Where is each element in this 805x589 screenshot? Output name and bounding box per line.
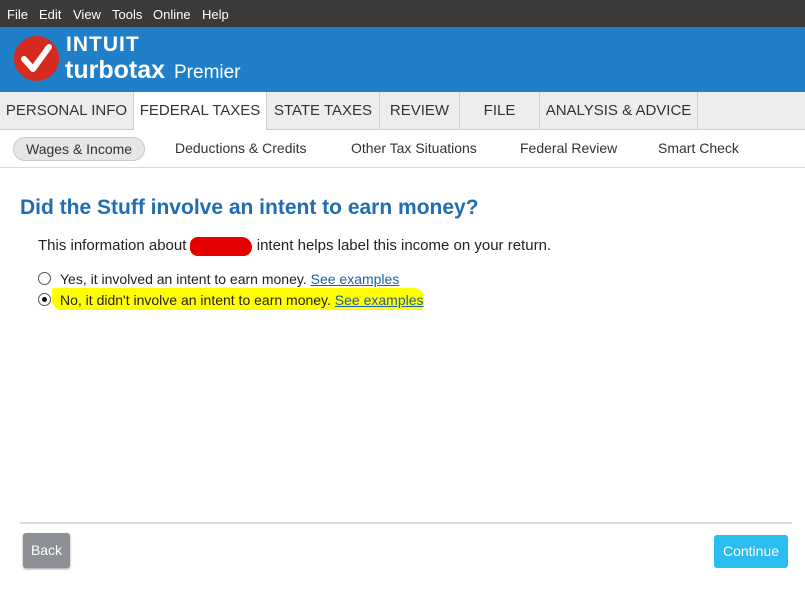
- subtab-other-tax-situations[interactable]: Other Tax Situations: [351, 139, 477, 157]
- back-button[interactable]: Back: [23, 533, 70, 568]
- tab-analysis-advice[interactable]: ANALYSIS & ADVICE: [540, 92, 698, 129]
- radio-no[interactable]: [38, 293, 51, 306]
- tab-file[interactable]: FILE: [460, 92, 540, 129]
- menu-help[interactable]: Help: [202, 7, 229, 22]
- brand-product: turbotax: [65, 56, 165, 84]
- footer-divider: [20, 522, 792, 524]
- continue-button[interactable]: Continue: [714, 535, 788, 568]
- radio-yes[interactable]: [38, 272, 51, 285]
- info-text-end: intent helps label this income on your r…: [252, 237, 552, 254]
- option-yes-label: Yes, it involved an intent to earn money…: [60, 271, 307, 287]
- subtab-deductions-credits[interactable]: Deductions & Credits: [175, 139, 307, 157]
- redaction-mark: [190, 237, 252, 256]
- brand-header: INTUIT turbotax Premier: [0, 27, 805, 92]
- turbotax-check-logo-icon: [14, 36, 59, 81]
- tab-federal-taxes[interactable]: FEDERAL TAXES: [134, 92, 267, 130]
- menu-edit[interactable]: Edit: [39, 7, 61, 22]
- menu-file[interactable]: File: [7, 7, 28, 22]
- tab-personal-info[interactable]: PERSONAL INFO: [0, 92, 134, 129]
- tab-state-taxes[interactable]: STATE TAXES: [267, 92, 380, 129]
- option-no-label: No, it didn't involve an intent to earn …: [60, 292, 331, 308]
- see-examples-link-yes[interactable]: See examples: [311, 271, 400, 287]
- brand-edition: Premier: [174, 62, 241, 83]
- info-text-start: This information about: [38, 237, 191, 254]
- subtab-smart-check[interactable]: Smart Check: [658, 139, 739, 157]
- brand-intuit: INTUIT: [66, 33, 140, 56]
- menu-online[interactable]: Online: [153, 7, 191, 22]
- subtab-federal-review[interactable]: Federal Review: [520, 139, 617, 157]
- sub-tabs: Wages & Income Deductions & Credits Othe…: [0, 130, 805, 168]
- page-title: Did the Stuff involve an intent to earn …: [20, 196, 479, 219]
- info-text: This information about intent helps labe…: [38, 237, 551, 255]
- menu-tools[interactable]: Tools: [112, 7, 142, 22]
- subtab-wages-income[interactable]: Wages & Income: [13, 137, 146, 161]
- main-tabs: PERSONAL INFO FEDERAL TAXES STATE TAXES …: [0, 92, 805, 130]
- menu-bar: File Edit View Tools Online Help: [0, 0, 805, 27]
- tab-review[interactable]: REVIEW: [380, 92, 460, 129]
- menu-view[interactable]: View: [73, 7, 101, 22]
- see-examples-link-no[interactable]: See examples: [335, 292, 424, 308]
